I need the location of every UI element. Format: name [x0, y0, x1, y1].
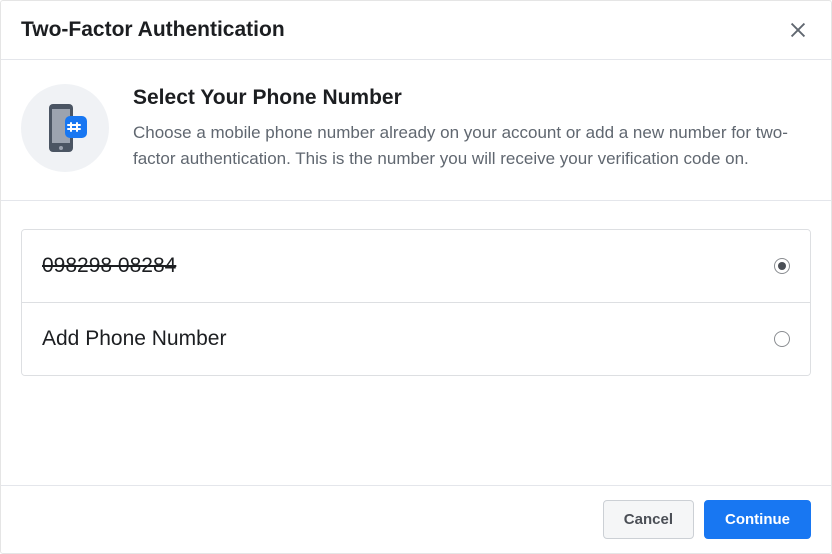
phone-option-list: 098298 08284 Add Phone Number: [21, 229, 811, 376]
dialog-content: Select Your Phone Number Choose a mobile…: [1, 60, 831, 485]
phone-options: 098298 08284 Add Phone Number: [1, 201, 831, 376]
add-phone-label: Add Phone Number: [42, 327, 226, 351]
phone-icon-wrap: [21, 84, 109, 172]
cancel-button[interactable]: Cancel: [603, 500, 694, 539]
dialog-footer: Cancel Continue: [1, 485, 831, 553]
intro-description: Choose a mobile phone number already on …: [133, 120, 811, 171]
continue-button[interactable]: Continue: [704, 500, 811, 539]
two-factor-dialog: Two-Factor Authentication: [0, 0, 832, 554]
dialog-title: Two-Factor Authentication: [21, 18, 285, 42]
intro-heading: Select Your Phone Number: [133, 86, 811, 110]
phone-option-existing[interactable]: 098298 08284: [22, 230, 810, 302]
phone-hash-icon: [37, 100, 93, 156]
intro-section: Select Your Phone Number Choose a mobile…: [1, 60, 831, 201]
dialog-header: Two-Factor Authentication: [1, 1, 831, 60]
intro-text: Select Your Phone Number Choose a mobile…: [133, 84, 811, 171]
close-icon: [787, 19, 809, 41]
close-button[interactable]: [785, 17, 811, 43]
phone-option-add[interactable]: Add Phone Number: [22, 302, 810, 375]
radio-selected-icon: [774, 258, 790, 274]
radio-unselected-icon: [774, 331, 790, 347]
existing-phone-number: 098298 08284: [42, 254, 176, 278]
